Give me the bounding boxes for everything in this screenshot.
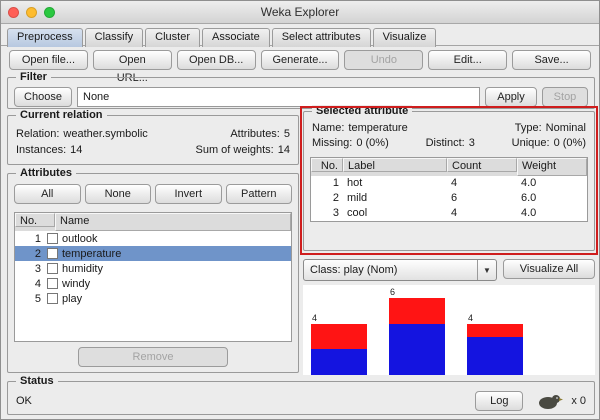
attribute-missing-info: Missing:0 (0%)	[312, 136, 389, 151]
select-none-button[interactable]: None	[85, 184, 152, 204]
stop-filter-button: Stop	[542, 87, 588, 107]
attributes-table-header: No. Name	[15, 213, 291, 231]
filter-title: Filter	[16, 71, 51, 83]
bar-segment-no	[311, 324, 367, 350]
choose-filter-button[interactable]: Choose	[14, 87, 72, 107]
bar-count-label: 6	[389, 287, 445, 298]
visualize-all-button[interactable]: Visualize All	[503, 259, 595, 279]
remove-attribute-button: Remove	[78, 347, 228, 367]
selected-attribute-title: Selected attribute	[312, 105, 412, 117]
status-panel: Status OK Log x 0	[7, 381, 595, 415]
bar-segment-yes	[467, 337, 523, 376]
attribute-name-info: Name:temperature	[312, 121, 408, 136]
attributes-table: No. Name 1 outlook 2 temperature 3 humid…	[14, 212, 292, 342]
attribute-checkbox[interactable]	[47, 233, 58, 244]
current-relation-panel: Current relation Relation:weather.symbol…	[7, 115, 299, 165]
attributes-title: Attributes	[16, 167, 76, 179]
filter-value-field[interactable]: None	[77, 87, 480, 107]
value-row-hot[interactable]: 1 hot 4 4.0	[311, 176, 587, 191]
weka-bird-icon	[537, 392, 563, 410]
column-header-count: Count	[447, 158, 517, 172]
bar-count-label: 4	[467, 313, 523, 324]
minimize-window-button[interactable]	[26, 7, 37, 18]
tab-bar: Preprocess Classify Cluster Associate Se…	[1, 24, 599, 46]
bar-segment-no	[467, 324, 523, 337]
attribute-row-play[interactable]: 5 play	[15, 291, 291, 306]
column-header-name: Name	[55, 213, 291, 231]
histogram-bar-mild: 6	[389, 285, 445, 375]
class-selector-dropdown[interactable]: Class: play (Nom) ▼	[303, 259, 497, 281]
histogram-bar-cool: 4	[467, 285, 523, 375]
apply-filter-button[interactable]: Apply	[485, 87, 537, 107]
values-table-header: No. Label Count Weight	[311, 158, 587, 176]
toolbar: Open file... Open URL... Open DB... Gene…	[1, 46, 599, 74]
attributes-count-info: Attributes:5	[230, 126, 290, 142]
open-url-button[interactable]: Open URL...	[93, 50, 172, 70]
weka-explorer-window: Weka Explorer Preprocess Classify Cluste…	[0, 0, 600, 420]
log-button[interactable]: Log	[475, 391, 523, 411]
attributes-panel: Attributes All None Invert Pattern No. N…	[7, 173, 299, 373]
pattern-button[interactable]: Pattern	[226, 184, 293, 204]
bar-segment-yes	[389, 324, 445, 375]
filter-panel: Filter Choose None Apply Stop	[7, 77, 595, 109]
tab-visualize[interactable]: Visualize	[373, 28, 437, 47]
attribute-checkbox[interactable]	[47, 248, 58, 259]
bar-segment-no	[389, 298, 445, 324]
relation-info: Relation:weather.symbolic	[16, 126, 148, 142]
bar-count-label: 4	[311, 313, 367, 324]
chevron-down-icon: ▼	[477, 260, 496, 280]
generate-button[interactable]: Generate...	[261, 50, 340, 70]
value-row-cool[interactable]: 3 cool 4 4.0	[311, 206, 587, 221]
selected-attribute-panel: Selected attribute Name:temperature Type…	[303, 111, 595, 251]
column-header-no: No.	[15, 213, 55, 227]
tab-classify[interactable]: Classify	[85, 28, 144, 47]
tab-associate[interactable]: Associate	[202, 28, 270, 47]
undo-button: Undo	[344, 50, 423, 70]
status-title: Status	[16, 375, 58, 387]
select-all-button[interactable]: All	[14, 184, 81, 204]
attribute-histogram: 4 6 4	[303, 285, 595, 375]
column-header-weight: Weight	[517, 158, 587, 176]
class-selector-value: Class: play (Nom)	[304, 264, 477, 276]
attribute-row-humidity[interactable]: 3 humidity	[15, 261, 291, 276]
attribute-type-info: Type:Nominal	[515, 121, 586, 136]
histogram-bar-hot: 4	[311, 285, 367, 375]
attribute-row-outlook[interactable]: 1 outlook	[15, 231, 291, 246]
attribute-checkbox[interactable]	[47, 278, 58, 289]
attribute-row-windy[interactable]: 4 windy	[15, 276, 291, 291]
window-controls	[1, 7, 55, 18]
zoom-window-button[interactable]	[44, 7, 55, 18]
weka-status-counter: x 0	[571, 395, 586, 407]
titlebar: Weka Explorer	[1, 1, 599, 24]
tab-select-attributes[interactable]: Select attributes	[272, 28, 371, 47]
status-message: OK	[16, 395, 475, 407]
instances-info: Instances:14	[16, 142, 82, 158]
open-file-button[interactable]: Open file...	[9, 50, 88, 70]
column-header-label: Label	[343, 158, 447, 172]
attribute-distinct-info: Distinct:3	[426, 136, 475, 151]
open-db-button[interactable]: Open DB...	[177, 50, 256, 70]
attribute-checkbox[interactable]	[47, 293, 58, 304]
close-window-button[interactable]	[8, 7, 19, 18]
invert-selection-button[interactable]: Invert	[155, 184, 222, 204]
edit-button[interactable]: Edit...	[428, 50, 507, 70]
value-row-mild[interactable]: 2 mild 6 6.0	[311, 191, 587, 206]
save-button[interactable]: Save...	[512, 50, 591, 70]
attribute-checkbox[interactable]	[47, 263, 58, 274]
attribute-values-table: No. Label Count Weight 1 hot 4 4.0 2 mil…	[310, 157, 588, 222]
current-relation-title: Current relation	[16, 109, 107, 121]
window-title: Weka Explorer	[1, 5, 599, 19]
attribute-row-temperature[interactable]: 2 temperature	[15, 246, 291, 261]
attribute-unique-info: Unique:0 (0%)	[512, 136, 586, 151]
column-header-no: No.	[311, 158, 343, 172]
sum-of-weights-info: Sum of weights:14	[195, 142, 290, 158]
tab-preprocess[interactable]: Preprocess	[7, 28, 83, 47]
tab-cluster[interactable]: Cluster	[145, 28, 200, 47]
bar-segment-yes	[311, 349, 367, 375]
